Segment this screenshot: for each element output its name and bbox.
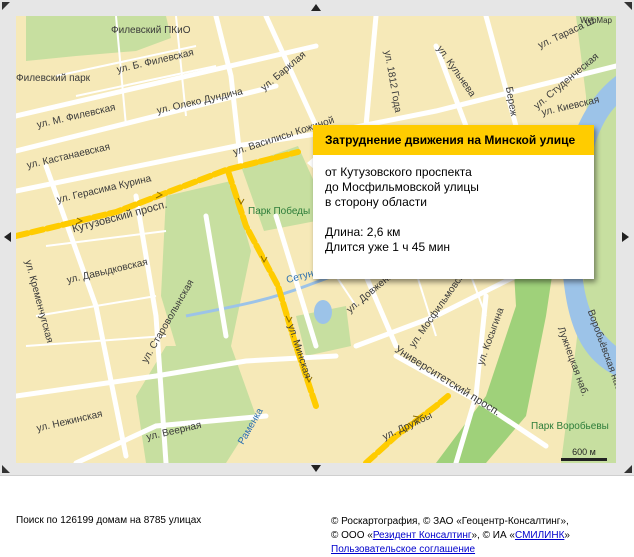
pan-up-icon[interactable]: [311, 4, 321, 11]
popup-length: Длина: 2,6 км: [325, 225, 401, 239]
search-stats: Поиск по 126199 домам на 8785 улицах: [16, 515, 202, 526]
divider: [0, 475, 634, 476]
map-label: Парк Победы: [248, 206, 311, 217]
map-label: Филевский ПКиО: [111, 25, 191, 36]
popup-to: до Мосфильмовской улицы: [325, 180, 479, 194]
copyright-text: »: [564, 530, 570, 541]
user-agreement-link[interactable]: Пользовательское соглашение: [331, 544, 475, 555]
copyright-text: © ООО «: [331, 530, 373, 541]
resize-corner-top-left[interactable]: [2, 2, 10, 10]
copyright-text: », © ИА «: [471, 530, 515, 541]
pan-left-icon[interactable]: [4, 232, 11, 242]
popup-from: от Кутузовского проспекта: [325, 165, 472, 179]
resize-corner-bottom-left[interactable]: [2, 465, 10, 473]
copyright-line-2: © ООО «Резидент Консалтинг», © ИА «СМИЛИ…: [331, 529, 570, 543]
popup-title: Затруднение движения на Минской улице: [313, 125, 594, 155]
resident-consulting-link[interactable]: Резидент Консалтинг: [373, 530, 472, 541]
traffic-popup: Затруднение движения на Минской улице от…: [313, 125, 594, 279]
map-frame: WebMap Филевский ПКиО Филевский парк ул.…: [0, 0, 634, 475]
map-label: Филевский парк: [16, 73, 91, 84]
smilink-link[interactable]: СМИЛИНК: [515, 530, 564, 541]
scale-bar: [561, 458, 607, 461]
resize-corner-bottom-right[interactable]: [624, 465, 632, 473]
map-scale: 600 м: [559, 447, 609, 461]
popup-duration: Длится уже 1 ч 45 мин: [325, 240, 451, 254]
map-canvas[interactable]: WebMap Филевский ПКиО Филевский парк ул.…: [16, 16, 616, 463]
copyright-block: © Роскартография, © ЗАО «Геоцентр-Консал…: [331, 515, 570, 557]
pan-down-icon[interactable]: [311, 465, 321, 472]
map-label: Парк Воробьевы: [531, 421, 609, 432]
resize-corner-top-right[interactable]: [624, 2, 632, 10]
popup-body: от Кутузовского проспекта до Мосфильмовс…: [313, 155, 594, 265]
copyright-line-1: © Роскартография, © ЗАО «Геоцентр-Консал…: [331, 516, 569, 527]
popup-direction: в сторону области: [325, 195, 427, 209]
scale-label: 600 м: [572, 447, 596, 457]
pan-right-icon[interactable]: [622, 232, 629, 242]
